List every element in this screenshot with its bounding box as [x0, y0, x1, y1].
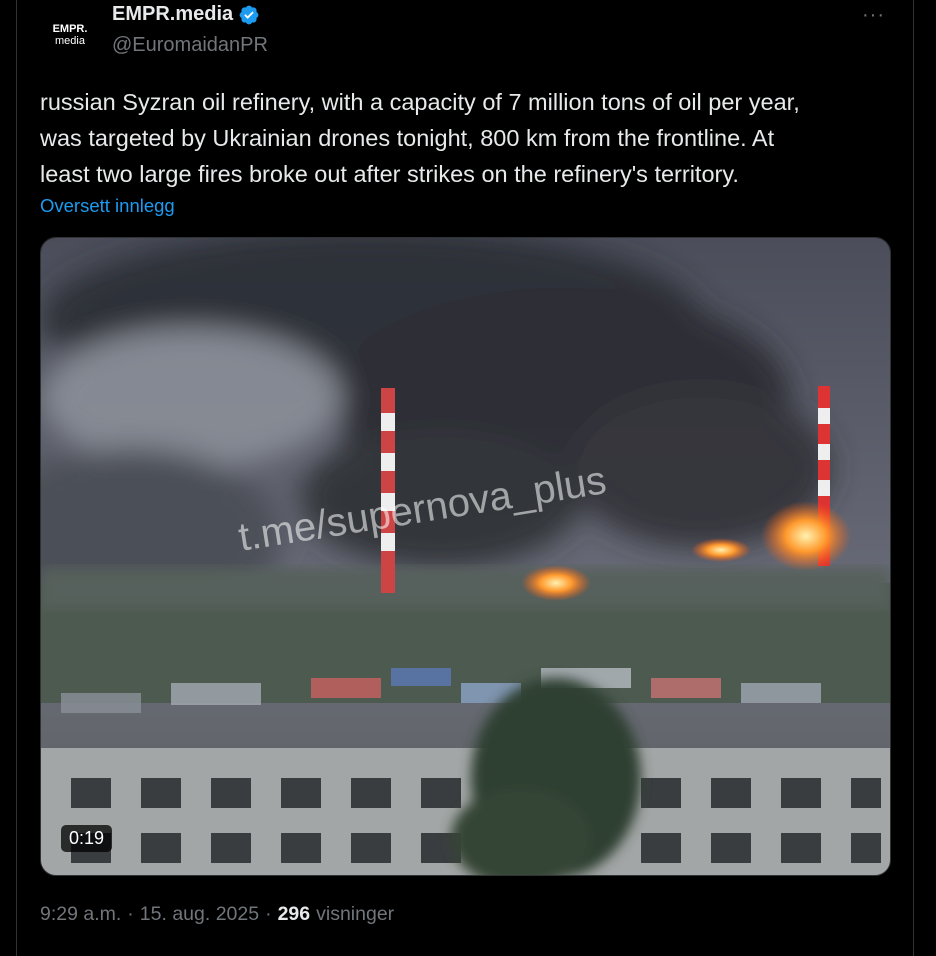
tweet-text-line: was targeted by Ukrainian drones tonight…	[40, 125, 775, 151]
tweet-text-line: least two large fires broke out after st…	[40, 161, 739, 187]
separator: ·	[265, 903, 272, 925]
timeline-left-border	[16, 0, 17, 956]
video-duration-badge: 0:19	[61, 825, 113, 852]
tweet-metadata: 9:29 a.m. · 15. aug. 2025 · 296 visninge…	[40, 903, 394, 926]
author-name-row: EMPR.media	[112, 3, 260, 26]
separator: ·	[127, 903, 134, 925]
avatar-text-line1: EMPR.	[52, 23, 88, 35]
author-handle[interactable]: @EuromaidanPR	[112, 34, 268, 57]
tweet-time[interactable]: 9:29 a.m.	[40, 903, 121, 926]
avatar-text-line2: media	[55, 35, 85, 47]
translate-post-link[interactable]: Oversett innlegg	[40, 195, 175, 217]
more-options-icon[interactable]: ···	[862, 4, 885, 27]
avatar[interactable]: EMPR. media	[40, 10, 100, 60]
video-frame-image	[41, 238, 890, 875]
verified-badge-icon[interactable]	[238, 4, 260, 26]
views-label: visninger	[316, 903, 395, 925]
video-player[interactable]: t.me/supernova_plus 0:19	[40, 237, 891, 876]
author-name[interactable]: EMPR.media	[112, 3, 233, 26]
views-count: 296	[277, 903, 311, 925]
tweet-date[interactable]: 15. aug. 2025	[140, 903, 259, 926]
timeline-right-border	[913, 0, 914, 956]
tweet-text-line: russian Syzran oil refinery, with a capa…	[40, 89, 800, 115]
tweet-text: russian Syzran oil refinery, with a capa…	[40, 84, 900, 192]
